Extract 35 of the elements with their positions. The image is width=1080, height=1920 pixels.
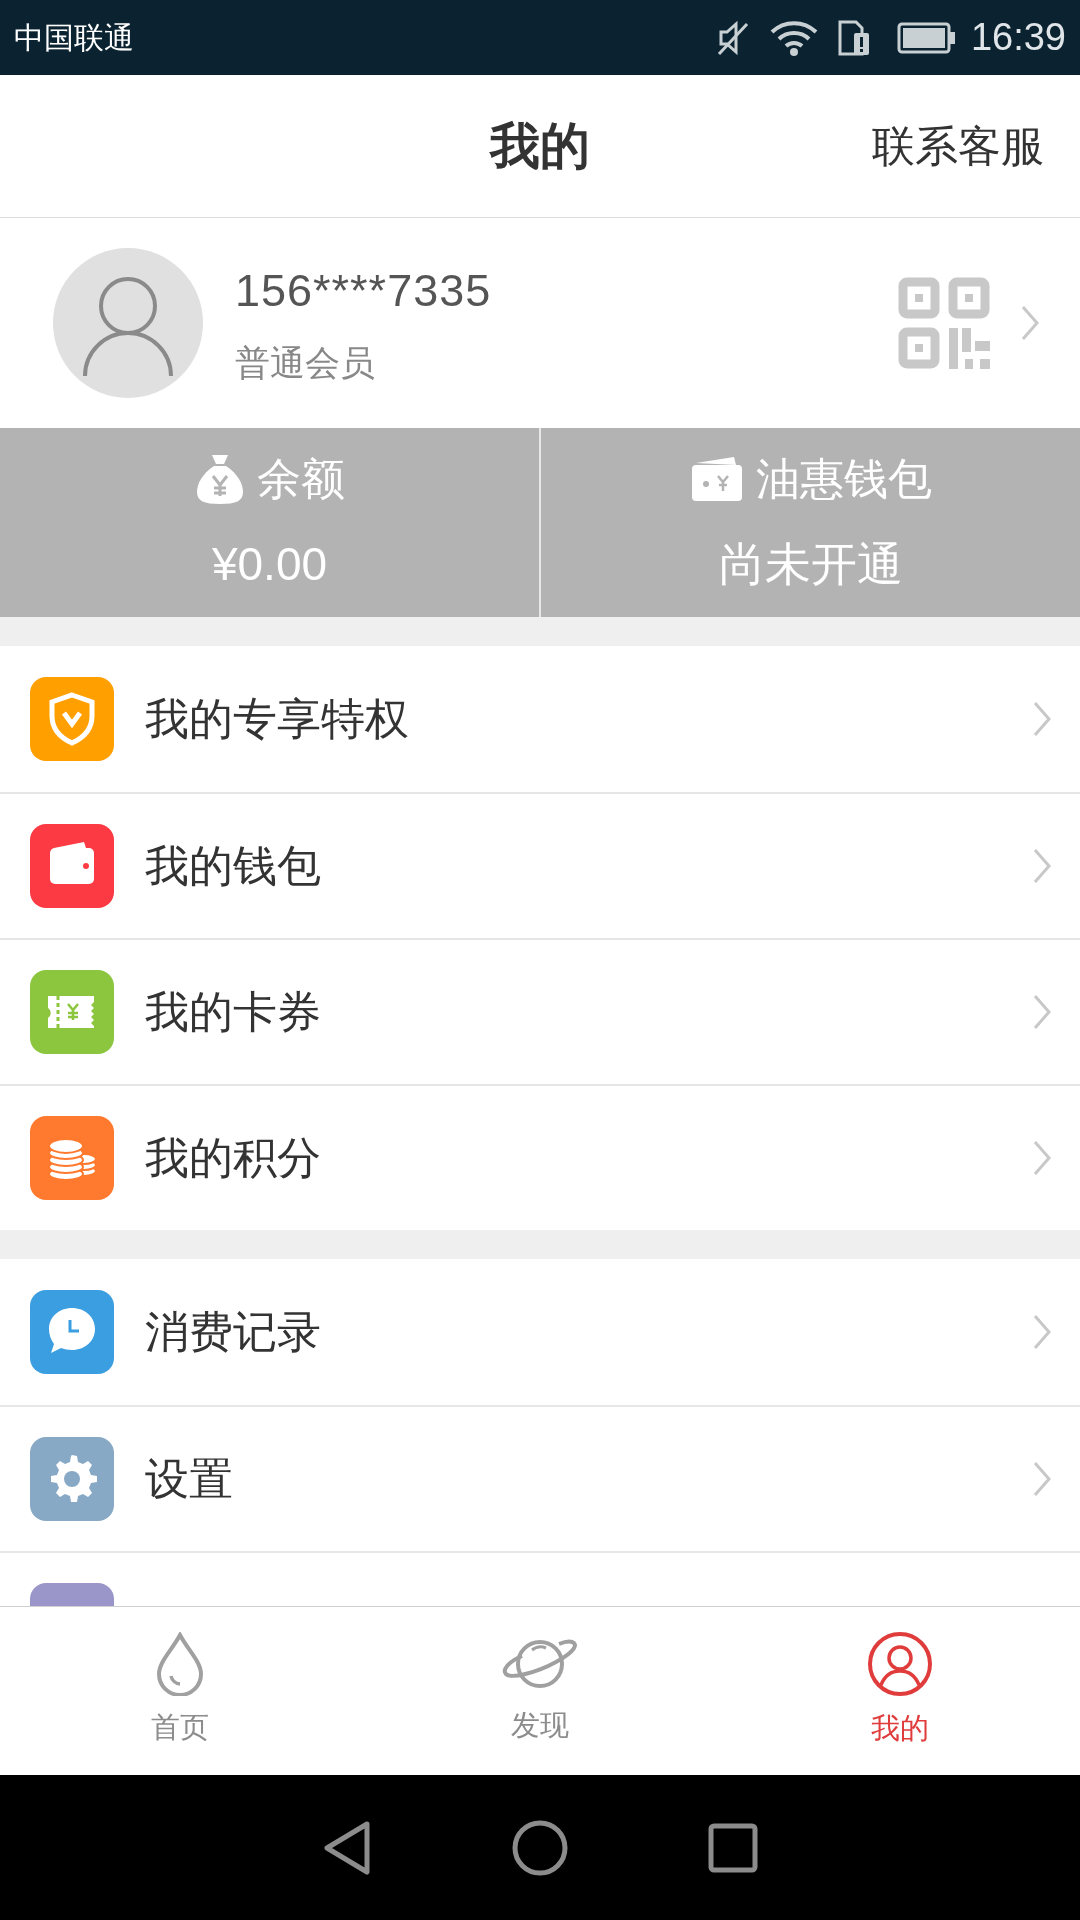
chevron-icon	[1032, 1138, 1052, 1178]
battery-icon	[896, 21, 957, 54]
menu-label: 设置	[145, 1453, 234, 1505]
menu-label: 我的卡券	[145, 986, 322, 1038]
user-icon	[867, 1631, 933, 1698]
recents-icon[interactable]	[708, 1822, 758, 1873]
chevron-icon	[1032, 846, 1052, 886]
droplet-icon	[154, 1632, 206, 1697]
money-bag-icon	[194, 452, 245, 506]
wallet-icon	[689, 455, 744, 503]
chevron-icon	[1032, 992, 1052, 1032]
balance-label: 油惠钱包	[755, 453, 932, 505]
avatar-icon	[53, 248, 203, 398]
menu-label: 消费记录	[145, 1306, 322, 1358]
chevron-icon	[1032, 699, 1052, 739]
wifi-icon	[768, 18, 819, 57]
carrier-name: 中国联通	[14, 20, 134, 56]
chevron-icon	[1032, 1312, 1052, 1352]
contact-service-link[interactable]: 联系客服	[872, 113, 1044, 179]
back-icon[interactable]	[322, 1819, 372, 1876]
chevron-icon	[1020, 303, 1040, 343]
clock-time: 16:39	[970, 15, 1066, 60]
sim-alert-icon	[836, 18, 871, 57]
chevron-icon	[1032, 1459, 1052, 1499]
member-level: 普通会员	[235, 341, 376, 384]
balance-value: ¥0.00	[211, 537, 328, 592]
home-icon[interactable]	[512, 1819, 568, 1876]
page-title: 我的	[490, 116, 590, 176]
tab[interactable]: 我的	[720, 1607, 1080, 1775]
menu-label: 我的钱包	[145, 840, 322, 892]
phone-number: 156****7335	[235, 264, 492, 318]
balance-value: 尚未开通	[718, 537, 903, 592]
balance-label: 余额	[256, 453, 345, 505]
menu-label: 我的专享特权	[145, 693, 410, 745]
menu-label: 我的积分	[145, 1132, 322, 1184]
